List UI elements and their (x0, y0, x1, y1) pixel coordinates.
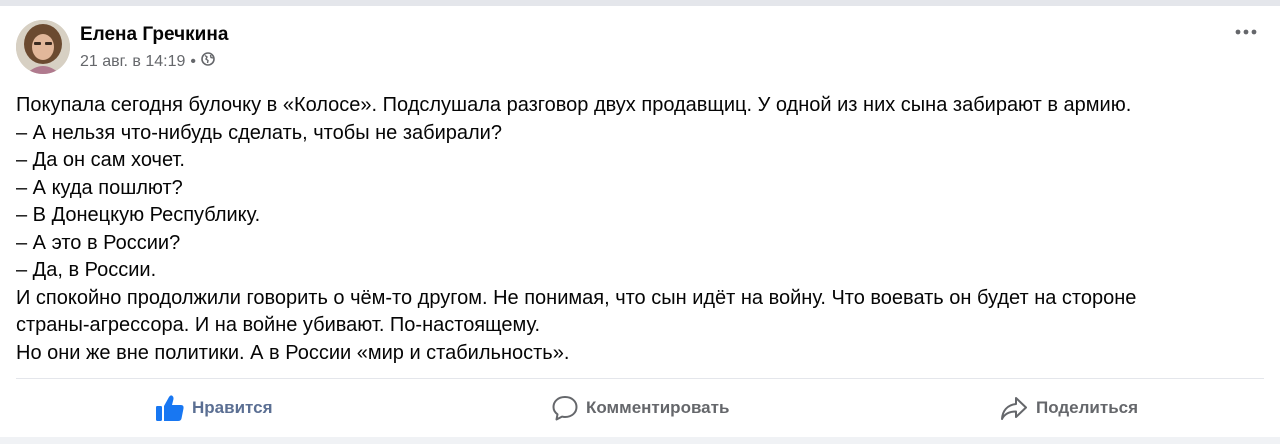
comment-icon (551, 394, 579, 422)
share-button[interactable]: Поделиться (999, 380, 1138, 436)
post-line: страны-агрессора. И на войне убивают. По… (16, 314, 541, 336)
post-line: – В Донецкую Республику. (16, 204, 261, 226)
post-timestamp[interactable]: 21 авг. в 14:19 (80, 53, 185, 71)
actions-divider (16, 378, 1264, 379)
post-line: – А нельзя что-нибудь сделать, чтобы не … (16, 121, 502, 144)
thumbs-up-icon (155, 394, 185, 422)
post-line: Но они же вне политики. А в России «мир … (16, 341, 570, 364)
author-name[interactable]: Елена Гречкина (80, 24, 228, 46)
avatar[interactable] (16, 20, 70, 74)
share-icon (999, 394, 1029, 422)
top-divider (0, 0, 1280, 6)
comment-label: Комментировать (586, 398, 730, 417)
post-line: И спокойно продолжили говорить о чём-то … (16, 286, 1137, 309)
avatar-image (16, 20, 70, 74)
like-button[interactable]: Нравится (155, 380, 273, 436)
globe-icon[interactable] (201, 52, 215, 71)
post-actions: Нравится Комментировать Поделиться (0, 380, 1280, 436)
post-line: – Да он сам хочет. (16, 149, 185, 171)
comment-button[interactable]: Комментировать (551, 380, 729, 436)
like-label: Нравится (192, 398, 273, 417)
post-line: – А куда пошлют? (16, 176, 183, 199)
share-label: Поделиться (1036, 398, 1139, 417)
post-line: – А это в России? (16, 231, 181, 254)
post-meta: 21 авг. в 14:19 • (80, 52, 215, 71)
post-text: Покупала сегодня булочку в «Колосе». Под… (16, 92, 1266, 367)
post-card: Елена Гречкина 21 авг. в 14:19 • Покупал… (0, 0, 1280, 437)
post-line: Покупала сегодня булочку в «Колосе». Под… (16, 94, 1132, 116)
meta-separator: • (190, 52, 197, 70)
more-options-icon[interactable] (1230, 18, 1262, 46)
post-line: – Да, в России. (16, 259, 157, 281)
